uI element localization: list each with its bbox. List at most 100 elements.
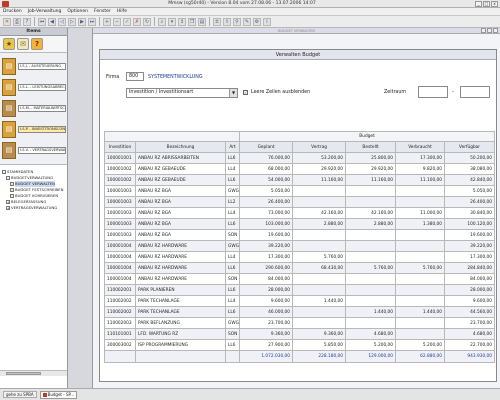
- column-header[interactable]: Verfügbar: [444, 141, 496, 153]
- module-item[interactable]: ▤ I.S.M. - MATERIALWIRTSCHAFT: [1, 98, 66, 118]
- table-row[interactable]: 100001002 ANBAU RZ GEBAEUDE LL4 68.000,00 29…: [104, 163, 496, 175]
- table-cell: 100001003: [104, 218, 136, 230]
- taskbar-item[interactable]: Budget - SP...: [39, 390, 78, 399]
- investment-type-select[interactable]: Investition / Investitionsart ▼: [126, 88, 238, 98]
- table-row[interactable]: 110002002 PARK TECHANLAGE LL6 46.000,00 1.44…: [104, 306, 496, 318]
- table-row[interactable]: 110002001 PARK PLANIEREN LL6 28.000,00 28.00…: [104, 284, 496, 296]
- status-field: gehe zu SPBA: [3, 391, 37, 398]
- column-header[interactable]: Verbraucht: [395, 141, 446, 153]
- column-header[interactable]: Geplant: [239, 141, 294, 153]
- maximize-button[interactable]: □: [483, 0, 490, 7]
- table-row[interactable]: 110002002 PARK TECHANLAGE LL4 9.600,00 1.440…: [104, 295, 496, 307]
- menu-job-verwaltung[interactable]: Job-Verwaltung: [28, 9, 62, 14]
- table-row[interactable]: 100001001 ANBAU RZ ABRISSARBEITEN LL6 76.00…: [104, 152, 496, 164]
- inner-close-button[interactable]: [493, 28, 498, 33]
- table-cell: 5.760,00: [292, 251, 347, 263]
- first-record-icon[interactable]: ⏮: [38, 17, 46, 26]
- column-header[interactable]: Bezeichnung: [135, 141, 226, 153]
- module-item[interactable]: ▤ I.S.L. - LEISTUNGSABRECHNUNG: [1, 77, 66, 97]
- new-record-icon[interactable]: +: [103, 17, 111, 26]
- table-cell: [395, 240, 446, 252]
- print-icon[interactable]: ⎙: [13, 17, 21, 26]
- table-cell: 1.072.030,00: [239, 350, 294, 363]
- table-row[interactable]: 100001004 ANBAU RZ HARDWARE LL6 290.600,00 6…: [104, 262, 496, 274]
- next-record-icon[interactable]: ▷: [68, 17, 76, 26]
- module-item[interactable]: ▤ I.S.P. - INVESTITIONSCONTROLLING: [1, 119, 66, 139]
- table-cell: 110002001: [104, 284, 136, 296]
- table-cell: 9.820,00: [395, 163, 446, 175]
- menu-optionen[interactable]: Optionen: [67, 9, 88, 14]
- attach-icon[interactable]: ⚲: [233, 17, 241, 26]
- settings-icon[interactable]: ⚙: [253, 17, 261, 26]
- previous-record-icon[interactable]: ◁: [58, 17, 66, 26]
- inner-minimize-button[interactable]: [481, 28, 486, 33]
- edit-icon[interactable]: ✎: [243, 17, 251, 26]
- export-icon[interactable]: ⇪: [223, 17, 231, 26]
- search-icon[interactable]: ⌕: [158, 17, 166, 26]
- table-row[interactable]: 110101001 LFD. WARTUNG RZ SON 9.360,00 9.360…: [104, 328, 496, 340]
- table-cell: ANBAU RZ HARDWARE: [135, 251, 226, 263]
- sidebar-scrollbar[interactable]: [0, 370, 67, 376]
- table-cell: 26.400,00: [239, 196, 294, 208]
- table-cell: ANBAU RZ HARDWARE: [135, 273, 226, 285]
- table-row[interactable]: 100001002 ANBAU RZ GEBAEUDE LL6 54.000,00 11…: [104, 174, 496, 186]
- tree-item[interactable]: + VERTRAGSVERWALTUNG: [2, 205, 65, 211]
- table-row[interactable]: 100001004 ANBAU RZ HARDWARE SON 84.000,00 84…: [104, 273, 496, 285]
- help-icon[interactable]: ?: [31, 38, 43, 50]
- favorites-icon[interactable]: ★: [3, 38, 15, 50]
- table-cell: [292, 273, 347, 285]
- chevron-down-icon[interactable]: ▼: [229, 89, 237, 97]
- column-header[interactable]: Investition: [104, 141, 136, 153]
- delete-record-icon[interactable]: −: [113, 17, 121, 26]
- previous-page-icon[interactable]: ◀: [48, 17, 56, 26]
- copy-icon[interactable]: ❐: [188, 17, 196, 26]
- table-cell: 50.200,00: [444, 152, 496, 164]
- table-row[interactable]: 100001004 ANBAU RZ HARDWARE LL4 17.300,00 5.…: [104, 251, 496, 263]
- firma-input[interactable]: 800: [126, 72, 144, 81]
- table-row[interactable]: 100001003 ANBAU RZ BGA GWG 5.050,00 5.050,00: [104, 185, 496, 197]
- table-row[interactable]: 100001004 ANBAU RZ HARDWARE GWG 39.220,00 39…: [104, 240, 496, 252]
- table-row[interactable]: 100001003 ANBAU RZ BGA LL4 73.000,00 42.160,…: [104, 207, 496, 219]
- table-row[interactable]: 100001003 ANBAU RZ BGA LL2 26.400,00 26.400,…: [104, 196, 496, 208]
- minimize-button[interactable]: _: [475, 0, 482, 7]
- column-header[interactable]: Bestellt: [345, 141, 397, 153]
- save-icon[interactable]: ✓: [123, 17, 131, 26]
- mail-icon[interactable]: ✉: [17, 38, 29, 50]
- refresh-icon[interactable]: ↻: [143, 17, 151, 26]
- table-cell: 26.400,00: [444, 196, 496, 208]
- zeitraum-from-input[interactable]: [418, 86, 448, 98]
- document-icon: [10, 188, 14, 192]
- cancel-icon[interactable]: ✗: [133, 17, 141, 26]
- next-page-icon[interactable]: ▶: [78, 17, 86, 26]
- exit-icon[interactable]: ✕: [3, 17, 11, 26]
- table-row[interactable]: 100001003 ANBAU RZ BGA SON 19.600,00 19.600,…: [104, 229, 496, 241]
- table-cell: 110101001: [104, 328, 136, 340]
- filter-icon[interactable]: ▾: [168, 17, 176, 26]
- last-record-icon[interactable]: ⏭: [88, 17, 96, 26]
- zeitraum-to-input[interactable]: [460, 86, 490, 98]
- close-button[interactable]: x: [491, 0, 498, 7]
- column-header[interactable]: Art: [224, 141, 241, 153]
- totals-row[interactable]: 1.072.030,00 228.180,00 129.000,00 62.880,0…: [104, 350, 496, 363]
- table-cell: [395, 229, 446, 241]
- table-row[interactable]: 110002003 PARK BEFLANZUNG GWG 23.700,00 23.7…: [104, 317, 496, 329]
- table-cell: [345, 196, 397, 208]
- module-item[interactable]: ▤ I.S.V. - VERTRAGSVERWALTUNG: [1, 140, 66, 160]
- table-row[interactable]: 100001003 ANBAU RZ BGA LL6 103.000,00 2.880,…: [104, 218, 496, 230]
- calculator-icon[interactable]: ±: [213, 17, 221, 26]
- scrollbar-thumb[interactable]: [6, 372, 41, 375]
- menu-fenster[interactable]: Fenster: [94, 9, 111, 14]
- module-item[interactable]: ▤ I.S.J. - AUSSTEUERUNG: [1, 56, 66, 76]
- column-header[interactable]: Vertrag: [292, 141, 347, 153]
- table-row[interactable]: 300003002 ISP PROGRAMMIERUNG LL6 27.900,00 5…: [104, 339, 496, 351]
- paste-icon[interactable]: ▤: [198, 17, 206, 26]
- menu-drucken[interactable]: Drucken: [3, 9, 22, 14]
- help-icon[interactable]: ?: [23, 17, 31, 26]
- sort-icon[interactable]: ↕: [178, 17, 186, 26]
- hide-empty-rows-checkbox[interactable]: ✓: [243, 90, 248, 95]
- table-cell: [395, 295, 446, 307]
- taskbar-item-label: Budget - SP...: [47, 392, 75, 397]
- inner-maximize-button[interactable]: [487, 28, 492, 33]
- menu-hilfe[interactable]: Hilfe: [117, 9, 127, 14]
- info-icon[interactable]: i: [263, 17, 271, 26]
